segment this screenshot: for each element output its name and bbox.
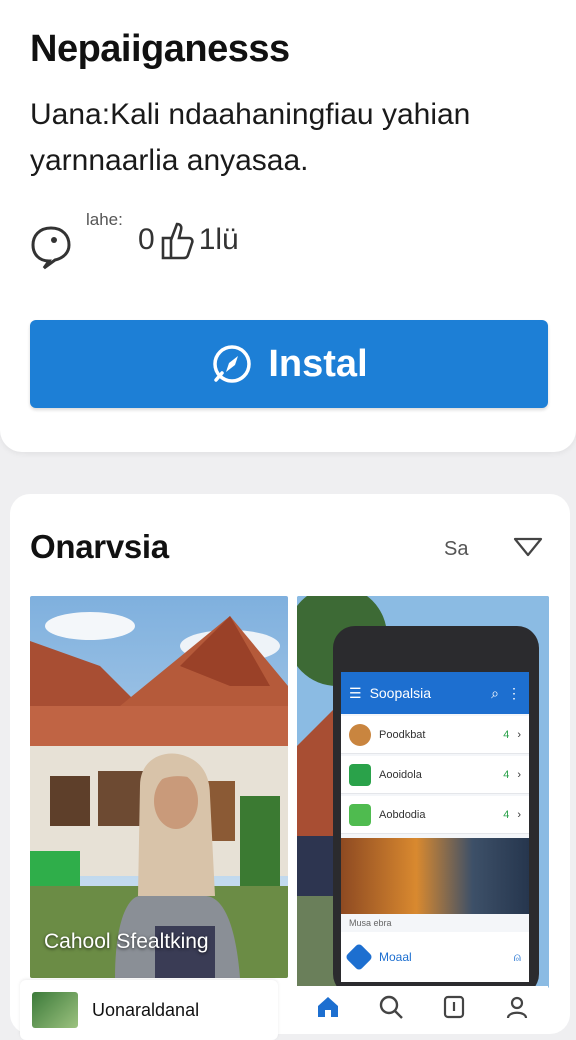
app-title: Nepaiiganesss: [30, 28, 290, 70]
phone-header-title: Soopalsia: [369, 685, 432, 701]
section-more-link[interactable]: Sa: [444, 538, 468, 561]
install-label: Instal: [268, 342, 368, 385]
search-icon[interactable]: ⌕: [491, 685, 499, 702]
chevron-right-icon: ›: [517, 768, 521, 781]
phone-mockup: ☰ Soopalsia ⌕ ⋮ Poodkbat 4 › Aooidola 4 …: [333, 626, 539, 988]
list-item-label: Aobdodia: [379, 808, 426, 821]
section-title: Onarvsia: [30, 528, 169, 565]
screenshots-card: Onarvsia Sa Cahool Sfealtking ☰ Soopalsi…: [10, 494, 570, 1034]
phone-content-image: [341, 838, 529, 914]
phone-footer-label: Moaal: [379, 950, 412, 964]
list-item-badge: 4: [503, 728, 510, 741]
list-item[interactable]: Poodkbat 4 ›: [341, 716, 529, 754]
related-app-thumbnail: [32, 992, 78, 1028]
profile-icon[interactable]: [504, 994, 530, 1020]
app-icon: [349, 763, 371, 786]
shield-icon: [344, 942, 374, 972]
check-icon: [349, 803, 371, 826]
hamburger-icon[interactable]: ☰: [349, 685, 362, 702]
more-icon[interactable]: ⋮: [507, 685, 521, 702]
install-button[interactable]: Instal: [30, 320, 548, 408]
phone-screen: ☰ Soopalsia ⌕ ⋮ Poodkbat 4 › Aooidola 4 …: [341, 672, 529, 982]
likes[interactable]: 0 1lü: [138, 218, 239, 262]
related-app-card[interactable]: Uonaraldanal: [20, 980, 278, 1040]
user-icon[interactable]: ⍝: [514, 950, 521, 965]
related-app-label: Uonaraldanal: [92, 999, 200, 1020]
list-item-label: Aooidola: [379, 768, 422, 781]
phone-footer: Moaal ⍝: [341, 932, 529, 982]
phone-header: ☰ Soopalsia ⌕ ⋮: [341, 672, 529, 714]
bottom-nav: [296, 986, 548, 1024]
screenshot-app-ui[interactable]: ☰ Soopalsia ⌕ ⋮ Poodkbat 4 › Aooidola 4 …: [297, 596, 549, 988]
chevron-down-icon[interactable]: [512, 534, 544, 560]
compass-icon: [213, 345, 252, 383]
like-prefix: 0: [138, 223, 155, 256]
list-item[interactable]: Aooidola 4 ›: [341, 756, 529, 794]
description-lead: Uana:: [30, 98, 111, 131]
list-item-label: Poodkbat: [379, 728, 426, 741]
list-item[interactable]: Aobdodia 4 ›: [341, 796, 529, 834]
list-item-badge: 4: [503, 808, 510, 821]
comment-icon[interactable]: [30, 224, 72, 270]
app-header-card: Nepaiiganesss Uana:Kali ndaahaningfiau y…: [0, 0, 576, 452]
app-description: Uana:Kali ndaahaningfiau yahian yarnnaar…: [30, 92, 550, 184]
screenshot-house[interactable]: Cahool Sfealtking: [30, 596, 288, 978]
screenshot-caption: Cahool Sfealtking: [44, 930, 209, 953]
home-icon[interactable]: [315, 994, 341, 1020]
apps-icon[interactable]: [441, 994, 467, 1020]
thumbs-up-icon: [161, 222, 194, 260]
phone-image-caption: Musa ebra: [349, 918, 392, 928]
like-count: 1lü: [198, 223, 239, 256]
avatar: [349, 723, 371, 746]
list-item-badge: 4: [503, 768, 510, 781]
search-icon[interactable]: [378, 994, 404, 1020]
chevron-right-icon: ›: [517, 808, 521, 821]
meta-label: lahe:: [86, 210, 123, 229]
chevron-right-icon: ›: [517, 728, 521, 741]
house-photo: [30, 596, 288, 978]
